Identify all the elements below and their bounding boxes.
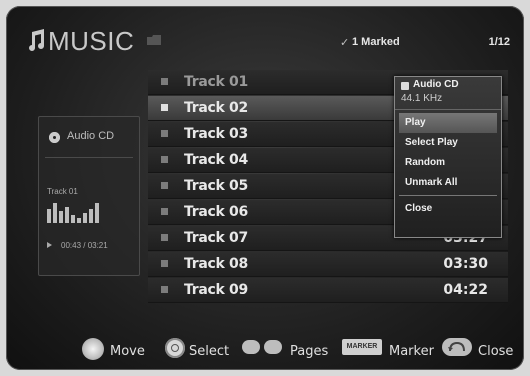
sample-rate: 44.1 KHz	[401, 93, 443, 104]
page-buttons-icon	[242, 340, 286, 354]
track-row[interactable]: Track 08 03:30	[148, 252, 508, 277]
track-bullet-icon	[161, 286, 168, 293]
page-counter: 1/12	[488, 36, 510, 48]
hint-select: Select	[189, 344, 230, 359]
select-button-icon	[165, 338, 185, 358]
track-bullet-icon	[161, 156, 168, 163]
track-bullet-icon	[161, 234, 168, 241]
track-bullet-icon	[161, 130, 168, 137]
menu-item-random[interactable]: Random	[399, 153, 497, 173]
popup-header: Audio CD 44.1 KHz	[395, 77, 501, 110]
folder-icon	[147, 35, 161, 45]
track-name: Track 04	[184, 152, 248, 168]
menu-item-close[interactable]: Close	[399, 199, 497, 219]
track-name: Track 08	[184, 256, 248, 272]
track-name: Track 09	[184, 282, 248, 298]
track-bullet-icon	[161, 208, 168, 215]
checkmark-icon: ✓	[340, 37, 350, 49]
disc-label: Audio CD	[67, 130, 115, 142]
popup-title: Audio CD	[413, 79, 459, 90]
track-name: Track 01	[184, 74, 248, 90]
page-title: MUSIC	[48, 26, 135, 56]
track-bullet-icon	[161, 78, 168, 85]
disc-icon	[49, 132, 60, 143]
track-row[interactable]: Track 09 04:22	[148, 278, 508, 303]
track-name: Track 07	[184, 230, 248, 246]
footer-hints: Move Select Pages MARKER Marker Close	[6, 326, 524, 370]
move-arrows-icon	[82, 338, 104, 360]
elapsed-total: 00:43 / 03:21	[61, 241, 108, 250]
now-playing-panel: Audio CD Track 01 00:43 / 03:21	[38, 116, 140, 276]
divider	[399, 195, 497, 196]
track-duration: 03:30	[443, 256, 488, 272]
track-name: Track 03	[184, 126, 248, 142]
music-screen: MUSIC ✓ 1 Marked 1/12 Audio CD Track 01 …	[6, 6, 524, 370]
track-bullet-icon	[161, 104, 168, 111]
hint-move: Move	[110, 344, 145, 359]
disc-info: Audio CD	[45, 127, 133, 158]
track-name: Track 02	[184, 100, 248, 116]
menu-item-unmark-all[interactable]: Unmark All	[399, 173, 497, 193]
options-popup-menu: Audio CD 44.1 KHz Play Select Play Rando…	[394, 76, 502, 238]
menu-item-select-play[interactable]: Select Play	[399, 133, 497, 153]
disc-icon	[401, 82, 409, 90]
music-note-icon	[29, 29, 44, 51]
marker-badge: MARKER	[342, 339, 382, 355]
marked-count: 1 Marked	[352, 36, 400, 48]
track-name: Track 05	[184, 178, 248, 194]
track-duration: 04:22	[443, 282, 488, 298]
track-bullet-icon	[161, 182, 168, 189]
hint-close: Close	[478, 344, 514, 359]
hint-pages: Pages	[290, 344, 329, 359]
now-playing-track: Track 01	[47, 187, 78, 196]
play-icon	[47, 242, 52, 248]
return-icon	[442, 338, 472, 356]
menu-item-play[interactable]: Play	[399, 113, 497, 133]
track-bullet-icon	[161, 260, 168, 267]
equalizer-icon	[47, 201, 107, 223]
hint-marker: Marker	[389, 344, 434, 359]
track-name: Track 06	[184, 204, 248, 220]
header: MUSIC ✓ 1 Marked 1/12	[6, 6, 524, 66]
